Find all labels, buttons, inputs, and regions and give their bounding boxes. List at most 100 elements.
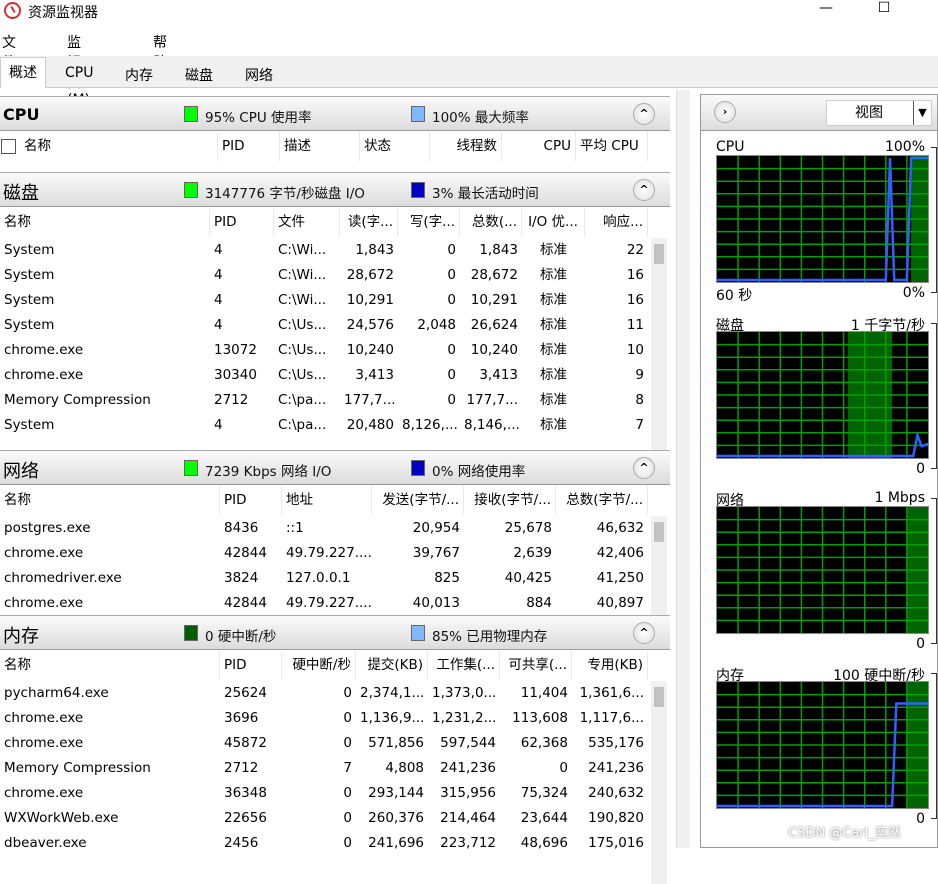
legend-swatch-icon — [184, 182, 198, 198]
tab-memory[interactable]: 内存 — [116, 60, 162, 88]
column-header[interactable]: 总数(字节/... — [556, 486, 648, 515]
column-header[interactable]: 名称 — [0, 651, 220, 680]
left-pane-scrollbar[interactable] — [676, 90, 690, 848]
column-header[interactable]: 状态 — [360, 132, 430, 161]
column-header[interactable]: 地址 — [282, 486, 372, 515]
column-header[interactable]: 响应... — [585, 208, 648, 237]
tab-overview[interactable]: 概述 — [0, 57, 46, 88]
column-header[interactable]: 发送(字节/... — [372, 486, 464, 515]
table-cell: 315,956 — [440, 785, 496, 801]
view-label: 视图 — [855, 105, 883, 121]
table-cell: C:\Wi... — [278, 242, 327, 258]
column-header[interactable]: 名称 — [0, 208, 210, 237]
table-cell: 0 — [343, 835, 352, 851]
memory-graph-plot — [717, 682, 928, 808]
network-graph — [716, 506, 929, 634]
column-header[interactable]: 线程数 — [430, 132, 502, 161]
tab-cpu[interactable]: CPU — [56, 60, 102, 88]
table-cell: 1,136,9... — [360, 710, 425, 726]
cpu-graph-min: 0% — [902, 285, 925, 301]
collapse-section-button[interactable]: ^ — [633, 103, 655, 125]
cpu-graph-label: CPU — [716, 139, 745, 155]
table-cell: 62,368 — [520, 735, 568, 751]
chevron-down-icon[interactable]: ▼ — [913, 101, 931, 125]
table-cell: 28,672 — [346, 267, 394, 283]
table-cell: 1,373,0... — [432, 685, 497, 701]
legend-swatch-icon — [411, 106, 425, 122]
select-all-checkbox[interactable] — [1, 139, 16, 154]
column-header[interactable]: PID — [210, 208, 274, 237]
network-stat-primary: 7239 Kbps 网络 I/O — [205, 464, 332, 480]
table-cell: 190,820 — [588, 810, 644, 826]
disk-table-scrollbar[interactable] — [651, 238, 667, 474]
column-header[interactable]: PID — [220, 486, 282, 515]
table-cell: 20,954 — [412, 520, 460, 536]
cpu-section-header[interactable]: CPU 95% CPU 使用率 100% 最大频率 ^ — [0, 96, 670, 131]
disk-graph-min: 0 — [916, 461, 925, 477]
column-header[interactable]: 平均 CPU — [576, 132, 648, 161]
table-cell: 0 — [343, 685, 352, 701]
table-cell: System — [4, 417, 55, 433]
column-header[interactable]: 硬中断/秒 — [282, 651, 356, 680]
expand-graph-pane-button[interactable]: › — [714, 101, 736, 123]
scrollbar-thumb[interactable] — [654, 522, 664, 542]
table-cell: 10,240 — [346, 342, 394, 358]
column-header[interactable]: 文件 — [274, 208, 340, 237]
network-section-header[interactable]: 网络 7239 Kbps 网络 I/O 0% 网络使用率 ^ — [0, 450, 670, 485]
table-cell: C:\Wi... — [278, 292, 327, 308]
table-cell: 25624 — [224, 685, 267, 701]
table-cell: 25,678 — [504, 520, 552, 536]
table-cell: 10,240 — [470, 342, 518, 358]
column-header[interactable]: 专用(KB) — [572, 651, 648, 680]
memory-graph-min: 0 — [916, 811, 925, 827]
disk-section-header[interactable]: 磁盘 3147776 字节/秒磁盘 I/O 3% 最长活动时间 ^ — [0, 172, 670, 207]
table-cell: chrome.exe — [4, 785, 84, 801]
column-header[interactable]: 总数(... — [460, 208, 522, 237]
column-header[interactable]: PID — [220, 651, 282, 680]
table-cell: chrome.exe — [4, 595, 84, 611]
disk-graph-plot — [717, 332, 929, 458]
table-cell: 0 — [447, 242, 456, 258]
table-cell: ::1 — [286, 520, 304, 536]
cpu-graph-max: 100% — [884, 139, 925, 155]
column-header[interactable]: CPU — [502, 132, 576, 161]
table-cell: 223,712 — [440, 835, 496, 851]
collapse-section-button[interactable]: ^ — [633, 179, 655, 201]
table-cell: 10,291 — [346, 292, 394, 308]
table-cell: 13072 — [214, 342, 257, 358]
memory-table-scrollbar[interactable] — [651, 681, 667, 884]
column-header[interactable]: 可共享(... — [500, 651, 572, 680]
table-cell: chrome.exe — [4, 545, 84, 561]
network-section-title: 网络 — [3, 461, 39, 482]
table-cell: 8,126,... — [402, 417, 458, 433]
column-header[interactable]: 写(字... — [398, 208, 460, 237]
table-cell: 7 — [635, 417, 644, 433]
scrollbar-thumb[interactable] — [654, 687, 664, 707]
column-header[interactable]: 读(字... — [340, 208, 398, 237]
scrollbar-thumb[interactable] — [654, 244, 664, 264]
table-cell: 2,374,1... — [360, 685, 425, 701]
table-cell: 标准 — [540, 367, 567, 383]
column-header[interactable]: 接收(字节/... — [464, 486, 556, 515]
collapse-section-button[interactable]: ^ — [633, 622, 655, 644]
network-graph-plot — [717, 507, 928, 633]
table-cell: 4 — [214, 292, 223, 308]
column-header[interactable]: PID — [218, 132, 280, 161]
watermark: CSDN @Carl_奕然 — [788, 826, 901, 841]
column-header[interactable]: 名称 — [0, 486, 220, 515]
table-cell: 3696 — [224, 710, 259, 726]
table-cell: System — [4, 292, 55, 308]
table-cell: C:\Wi... — [278, 267, 327, 283]
collapse-section-button[interactable]: ^ — [633, 457, 655, 479]
column-header[interactable]: 名称 — [0, 132, 218, 161]
column-header[interactable]: I/O 优... — [522, 208, 585, 237]
maximize-button[interactable]: ☐ — [864, 0, 904, 22]
tab-network[interactable]: 网络 — [236, 60, 282, 88]
view-dropdown[interactable]: 视图 ▼ — [826, 100, 932, 126]
column-header[interactable]: 提交(KB) — [356, 651, 428, 680]
memory-section-header[interactable]: 内存 0 硬中断/秒 85% 已用物理内存 ^ — [0, 615, 670, 650]
column-header[interactable]: 工作集(... — [428, 651, 500, 680]
minimize-button[interactable]: — — [806, 0, 846, 22]
column-header[interactable]: 描述 — [280, 132, 360, 161]
tab-disk[interactable]: 磁盘 — [176, 60, 222, 88]
